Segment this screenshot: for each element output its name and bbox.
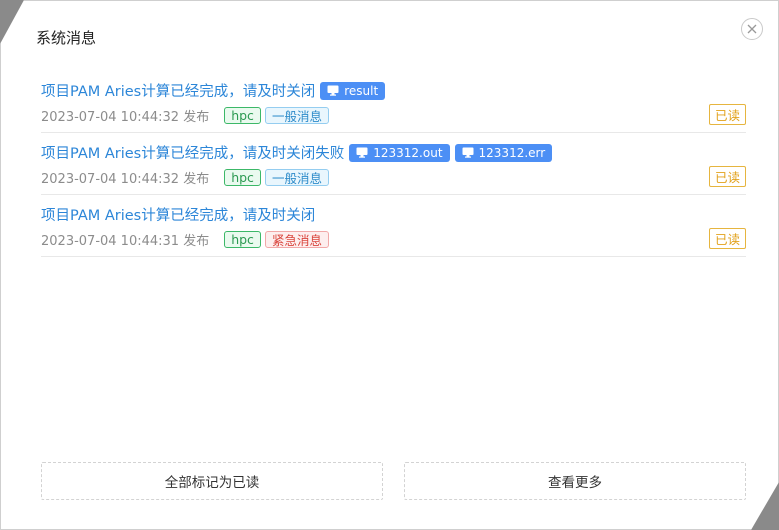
publish-time: 2023-07-04 10:44:32 发布 <box>41 110 210 125</box>
message-meta: 2023-07-04 10:44:31 发布 hpc 紧急消息 <box>41 230 333 249</box>
mark-all-read-button[interactable]: 全部标记为已读 <box>41 462 383 500</box>
read-status-badge[interactable]: 已读 <box>708 104 746 125</box>
message-title-row: 项目PAM Aries计算已经完成，请及时关闭 result <box>41 80 386 101</box>
message-meta: 2023-07-04 10:44:32 发布 hpc 一般消息 <box>41 168 333 187</box>
message-title-row: 项目PAM Aries计算已经完成，请及时关闭失败 123312.out 12331… <box>41 142 553 163</box>
read-status-badge[interactable]: 已读 <box>708 166 746 187</box>
file-button[interactable]: 123312.err <box>454 143 553 162</box>
message-title-link[interactable]: 项目PAM Aries计算已经完成，请及时关闭 <box>41 80 315 101</box>
message-meta: 2023-07-04 10:44:32 发布 hpc 一般消息 <box>41 106 333 125</box>
view-more-button[interactable]: 查看更多 <box>404 462 746 500</box>
system-messages-dialog: 系统消息 项目PAM Aries计算已经完成，请及时关闭 result 2023-0… <box>0 0 779 530</box>
message-title-row: 项目PAM Aries计算已经完成，请及时关闭 <box>41 204 315 225</box>
message-item: 项目PAM Aries计算已经完成，请及时关闭 result 2023-07-04 … <box>41 71 746 133</box>
file-name: 123312.out <box>373 145 443 160</box>
message-item: 项目PAM Aries计算已经完成，请及时关闭失败 123312.out 12331… <box>41 133 746 195</box>
monitor-icon <box>356 147 368 158</box>
message-title-link[interactable]: 项目PAM Aries计算已经完成，请及时关闭 <box>41 204 315 225</box>
publish-time: 2023-07-04 10:44:32 发布 <box>41 172 210 187</box>
monitor-icon <box>462 147 474 158</box>
file-name: result <box>344 83 379 98</box>
close-icon <box>747 24 757 34</box>
tag-general: 一般消息 <box>264 169 329 186</box>
monitor-icon <box>327 85 339 96</box>
dialog-title: 系统消息 <box>36 29 97 47</box>
tag-urgent: 紧急消息 <box>264 231 329 248</box>
publish-time: 2023-07-04 10:44:31 发布 <box>41 234 210 249</box>
tag-hpc: hpc <box>224 107 261 124</box>
tag-general: 一般消息 <box>264 107 329 124</box>
close-button[interactable] <box>741 18 763 40</box>
read-status-badge[interactable]: 已读 <box>708 228 746 249</box>
tag-hpc: hpc <box>224 169 261 186</box>
file-button[interactable]: 123312.out <box>349 143 450 162</box>
file-button[interactable]: result <box>320 81 386 100</box>
file-name: 123312.err <box>478 145 546 160</box>
message-item: 项目PAM Aries计算已经完成，请及时关闭 2023-07-04 10:44:… <box>41 195 746 257</box>
message-title-link[interactable]: 项目PAM Aries计算已经完成，请及时关闭失败 <box>41 142 344 163</box>
tag-hpc: hpc <box>224 231 261 248</box>
message-list: 项目PAM Aries计算已经完成，请及时关闭 result 2023-07-04 … <box>41 71 746 257</box>
